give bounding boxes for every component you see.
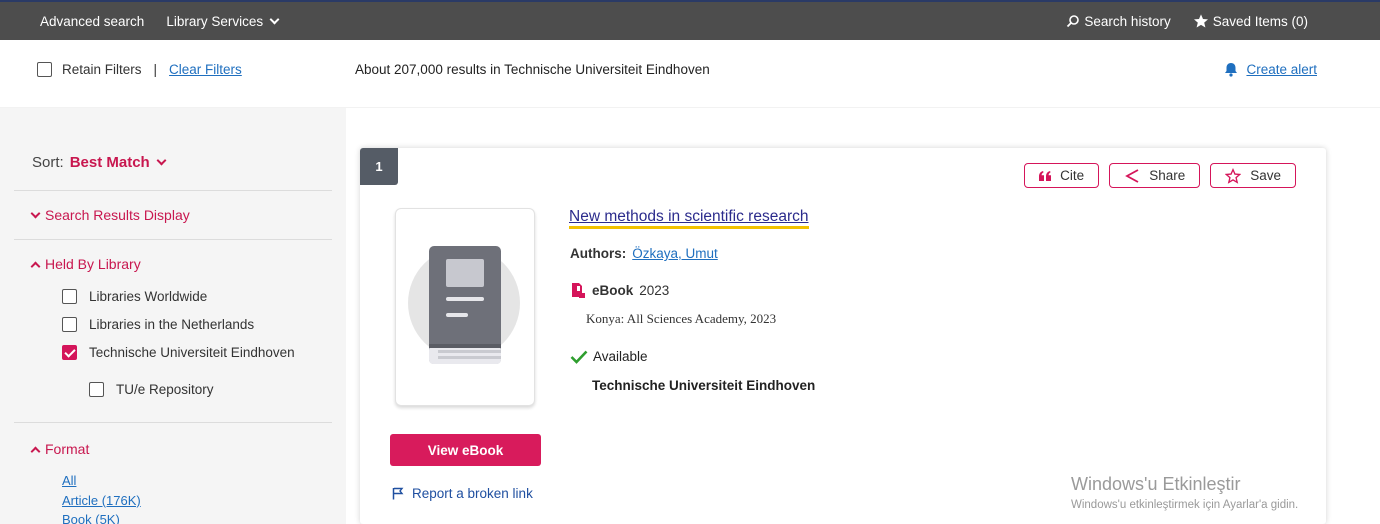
- library-services-menu[interactable]: Library Services: [166, 13, 280, 29]
- topnav-left: Advanced search Library Services: [0, 13, 280, 29]
- holding-library: Technische Universiteit Eindhoven: [592, 378, 816, 393]
- cite-label: Cite: [1060, 168, 1085, 183]
- checkbox[interactable]: [62, 289, 77, 304]
- format-label: Format: [45, 441, 90, 457]
- result-index-badge: 1: [360, 148, 398, 185]
- chevron-up-icon: [30, 446, 41, 456]
- availability-label: Available: [593, 349, 648, 364]
- filter-tue[interactable]: Technische Universiteit Eindhoven: [62, 345, 295, 360]
- clear-filters-link[interactable]: Clear Filters: [169, 62, 242, 77]
- result-thumbnail[interactable]: [395, 208, 535, 406]
- bell-icon: [1225, 63, 1238, 77]
- cite-button[interactable]: Cite: [1024, 163, 1100, 188]
- format-option-article[interactable]: Article (176K): [62, 493, 141, 508]
- option-label: Technische Universiteit Eindhoven: [89, 345, 295, 360]
- share-label: Share: [1149, 168, 1186, 183]
- chevron-down-icon: [156, 155, 167, 166]
- report-broken-link[interactable]: Report a broken link: [392, 486, 533, 501]
- held-by-library-toggle[interactable]: Held By Library: [30, 256, 141, 272]
- option-label: Libraries Worldwide: [89, 289, 208, 304]
- availability-status: Available: [570, 349, 648, 364]
- filters-separator: |: [153, 62, 158, 77]
- sort-value: Best Match: [69, 154, 150, 171]
- author-link[interactable]: Özkaya, Umut: [632, 246, 718, 261]
- filter-libraries-netherlands[interactable]: Libraries in the Netherlands: [62, 317, 254, 332]
- sort-control: Sort: Best Match: [32, 154, 167, 171]
- format-option-book[interactable]: Book (5K): [62, 512, 120, 524]
- flag-icon: [392, 487, 404, 500]
- result-authors: Authors: Özkaya, Umut: [570, 246, 718, 261]
- format-year: 2023: [639, 283, 670, 298]
- star-icon: [1193, 14, 1208, 28]
- saved-items-label: Saved Items (0): [1212, 13, 1308, 29]
- result-format: eBook 2023: [570, 282, 669, 299]
- save-label: Save: [1250, 168, 1281, 183]
- chevron-up-icon: [30, 261, 41, 271]
- format-toggle[interactable]: Format: [30, 441, 90, 457]
- quote-icon: [1039, 170, 1052, 181]
- retain-filters-group: Retain Filters | Clear Filters: [37, 62, 242, 77]
- option-label: Libraries in the Netherlands: [89, 317, 255, 332]
- search-history-link[interactable]: Search history: [1066, 13, 1171, 29]
- filter-toolbar: Retain Filters | Clear Filters About 207…: [0, 40, 1380, 108]
- saved-items-link[interactable]: Saved Items (0): [1193, 13, 1308, 29]
- windows-activation-watermark: Windows'u Etkinleştir Windows'u etkinleş…: [1071, 474, 1298, 511]
- sidebar-divider: [14, 239, 332, 240]
- share-button[interactable]: Share: [1109, 163, 1201, 188]
- star-outline-icon: [1225, 167, 1242, 184]
- sidebar-divider: [14, 422, 332, 423]
- option-label: TU/e Repository: [116, 382, 214, 397]
- checkbox[interactable]: [89, 382, 104, 397]
- results-summary: About 207,000 results in Technische Univ…: [355, 62, 710, 77]
- retain-filters-label: Retain Filters: [62, 62, 142, 77]
- search-history-label: Search history: [1084, 13, 1171, 29]
- ebook-icon: [572, 283, 585, 298]
- format-option-all[interactable]: All: [62, 473, 76, 488]
- topnav-right: Search history Saved Items (0): [1066, 13, 1380, 29]
- search-results-display-label: Search Results Display: [45, 207, 190, 223]
- result-card: 1 Cite Share Save View eBook Report a br…: [360, 148, 1326, 524]
- sort-dropdown[interactable]: Best Match: [69, 154, 167, 171]
- save-button[interactable]: Save: [1210, 163, 1296, 188]
- format-label: eBook: [592, 283, 634, 298]
- create-alert-link[interactable]: Create alert: [1224, 62, 1317, 77]
- authors-label: Authors:: [570, 246, 627, 261]
- result-title-link[interactable]: New methods in scientific research: [569, 207, 809, 229]
- search-results-display-toggle[interactable]: Search Results Display: [30, 207, 190, 223]
- chevron-down-icon: [30, 208, 41, 219]
- share-icon: [1125, 168, 1139, 183]
- filters-sidebar: Sort: Best Match Search Results Display …: [0, 108, 346, 524]
- create-alert-label: Create alert: [1246, 62, 1317, 77]
- watermark-title: Windows'u Etkinleştir: [1071, 474, 1241, 494]
- view-ebook-button[interactable]: View eBook: [390, 434, 541, 466]
- top-navigation-bar: Advanced search Library Services Search …: [0, 0, 1380, 40]
- chevron-down-icon: [269, 14, 280, 24]
- checkbox[interactable]: [62, 317, 77, 332]
- filter-libraries-worldwide[interactable]: Libraries Worldwide: [62, 289, 207, 304]
- book-icon: [408, 246, 520, 364]
- result-publisher: Konya: All Sciences Academy, 2023: [586, 311, 777, 326]
- search-history-icon: [1067, 15, 1080, 28]
- sort-label: Sort:: [32, 154, 64, 171]
- filter-tue-repository[interactable]: TU/e Repository: [89, 382, 214, 397]
- advanced-search-link[interactable]: Advanced search: [40, 14, 144, 29]
- result-actions: Cite Share Save: [1024, 163, 1296, 188]
- checkbox-checked[interactable]: [62, 345, 77, 360]
- sidebar-divider: [14, 190, 332, 191]
- watermark-subtitle: Windows'u etkinleştirmek için Ayarlar'a …: [1071, 499, 1299, 511]
- held-by-library-label: Held By Library: [45, 256, 141, 272]
- checkmark-icon: [570, 350, 588, 364]
- report-label: Report a broken link: [412, 486, 533, 501]
- retain-filters-checkbox[interactable]: [37, 62, 52, 77]
- library-services-label: Library Services: [166, 13, 264, 29]
